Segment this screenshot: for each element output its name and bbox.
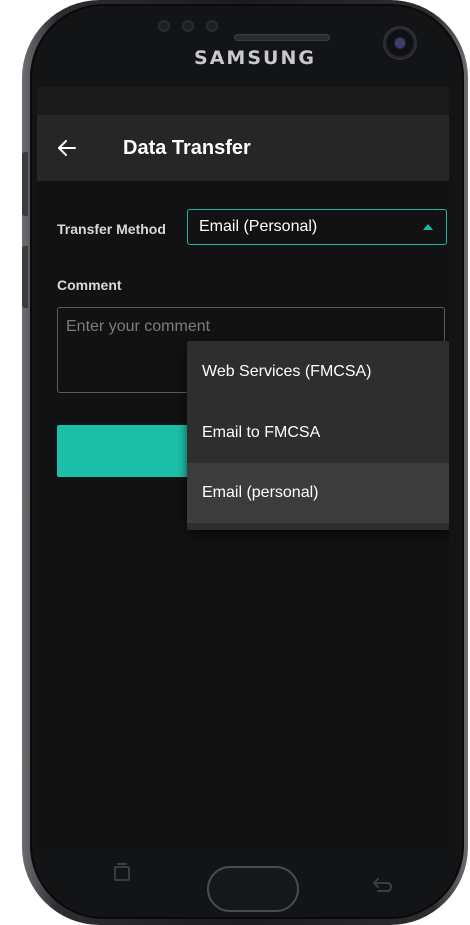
transfer-method-select[interactable]: Email (Personal) — [187, 209, 447, 245]
sensor-dots — [158, 20, 218, 32]
arrow-left-icon[interactable] — [55, 136, 79, 160]
transfer-method-dropdown: Web Services (FMCSA) Email to FMCSA Emai… — [187, 341, 449, 530]
dropdown-option-email-personal[interactable]: Email (personal) — [187, 463, 449, 523]
app-bar: Data Transfer — [37, 115, 449, 181]
volume-up-button — [22, 152, 28, 216]
transfer-method-value: Email (Personal) — [199, 218, 318, 235]
sensor-dot — [206, 20, 218, 32]
sensor-dot — [182, 20, 194, 32]
comment-label: Comment — [57, 277, 122, 293]
page-title: Data Transfer — [123, 136, 251, 159]
status-bar — [37, 87, 449, 115]
back-key-icon[interactable] — [372, 876, 394, 894]
home-button[interactable] — [207, 866, 299, 912]
dropdown-option-email-fmcsa[interactable]: Email to FMCSA — [187, 403, 449, 463]
caret-up-icon — [423, 224, 433, 230]
sensor-dot — [158, 20, 170, 32]
transfer-method-label: Transfer Method — [57, 221, 166, 237]
phone-screen: Data Transfer Transfer Method Email (Per… — [37, 87, 449, 848]
brand-logo: SAMSUNG — [194, 47, 316, 69]
recent-apps-icon[interactable] — [112, 862, 132, 882]
earpiece-speaker — [234, 34, 330, 41]
volume-down-button — [22, 246, 28, 308]
dropdown-option-web-services[interactable]: Web Services (FMCSA) — [187, 341, 449, 403]
